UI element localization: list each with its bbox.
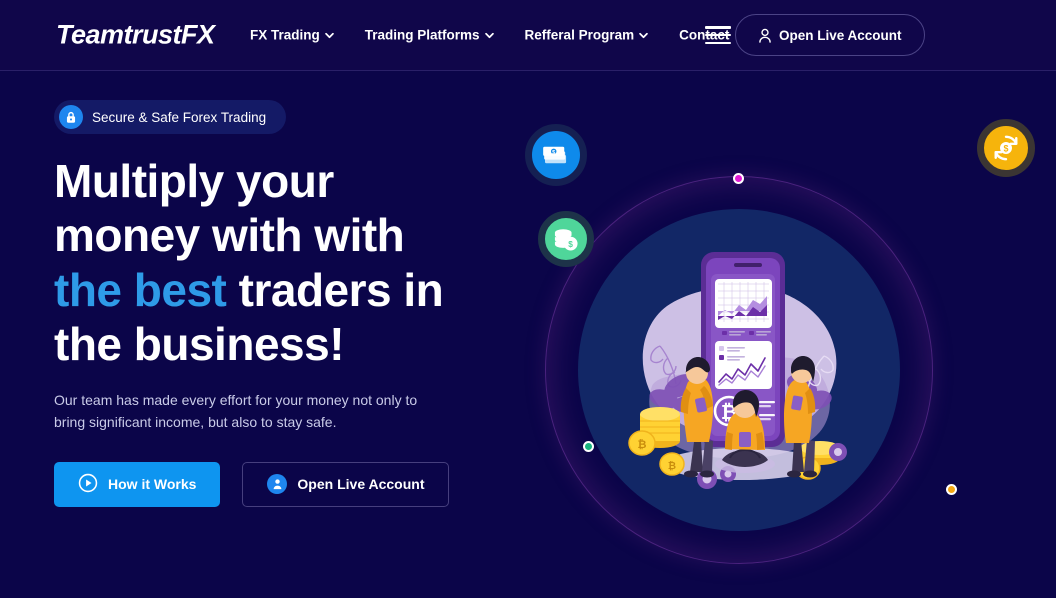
coins-icon: $ bbox=[538, 211, 594, 267]
how-it-works-button[interactable]: How it Works bbox=[54, 461, 221, 507]
person-icon bbox=[758, 28, 772, 43]
nav-item-refferal-program[interactable]: Refferal Program bbox=[525, 28, 649, 43]
svg-text:$: $ bbox=[552, 150, 555, 156]
hero-description: Our team has made every effort for your … bbox=[54, 392, 418, 431]
currency-exchange-icon: $ bbox=[977, 119, 1035, 177]
chevron-down-icon bbox=[324, 32, 334, 41]
cash-icon: $ bbox=[525, 124, 587, 186]
headline-line-3-rest: traders in bbox=[226, 263, 444, 316]
orbit-dot-magenta bbox=[733, 173, 744, 184]
play-circle-icon bbox=[78, 473, 98, 496]
hero-artwork: ₿ ₿ ₿ $ $ $ bbox=[500, 71, 1056, 598]
nav-links: FX Trading Trading Platforms Refferal Pr… bbox=[250, 28, 729, 43]
headline-line-1: Multiply your bbox=[54, 155, 334, 207]
nav-item-label: Refferal Program bbox=[524, 27, 635, 43]
hamburger-bar bbox=[705, 33, 731, 37]
nav-item-fx-trading[interactable]: FX Trading bbox=[250, 28, 334, 43]
trading-illustration: ₿ ₿ ₿ bbox=[612, 236, 872, 506]
chevron-down-icon bbox=[639, 32, 648, 41]
status-badge-label: Secure & Safe Forex Trading bbox=[92, 109, 267, 125]
hamburger-icon[interactable] bbox=[705, 26, 731, 44]
hero-cta-label: Open Live Account bbox=[297, 476, 425, 493]
orbit-dot-green bbox=[583, 441, 594, 452]
page-title: Multiply your money with with the best t… bbox=[54, 154, 524, 371]
nav-item-label: FX Trading bbox=[250, 27, 320, 43]
navbar: TeamtrustFX FX Trading Trading Platforms… bbox=[0, 0, 1056, 71]
svg-text:₿: ₿ bbox=[638, 439, 647, 451]
headline-line-4: the business! bbox=[54, 317, 345, 370]
hamburger-bar bbox=[705, 26, 731, 29]
lock-icon bbox=[59, 105, 83, 129]
hero-content: Secure & Safe Forex Trading Multiply you… bbox=[54, 100, 524, 507]
page-root: TeamtrustFX FX Trading Trading Platforms… bbox=[0, 0, 1056, 598]
nav-item-trading-platforms[interactable]: Trading Platforms bbox=[365, 28, 494, 43]
how-it-works-label: How it Works bbox=[108, 476, 197, 493]
site-logo[interactable]: TeamtrustFX bbox=[56, 20, 215, 51]
headline-line-2: money with with bbox=[54, 209, 405, 262]
orbit-dot-yellow bbox=[946, 484, 957, 495]
status-badge: Secure & Safe Forex Trading bbox=[54, 100, 287, 134]
chevron-down-icon bbox=[484, 32, 494, 41]
nav-item-label: Trading Platforms bbox=[364, 27, 480, 43]
hero-cta-row: How it Works Open Live Account bbox=[54, 461, 524, 507]
navbar-cta-label: Open Live Account bbox=[779, 27, 902, 43]
svg-text:$: $ bbox=[1004, 144, 1009, 154]
hero-open-live-account-button[interactable]: Open Live Account bbox=[242, 461, 450, 507]
hamburger-bar bbox=[705, 41, 731, 44]
svg-text:₿: ₿ bbox=[668, 460, 676, 472]
svg-text:$: $ bbox=[568, 239, 573, 249]
person-icon bbox=[267, 474, 288, 495]
navbar-open-live-account-button[interactable]: Open Live Account bbox=[735, 14, 925, 56]
headline-accent: the best bbox=[54, 263, 227, 316]
